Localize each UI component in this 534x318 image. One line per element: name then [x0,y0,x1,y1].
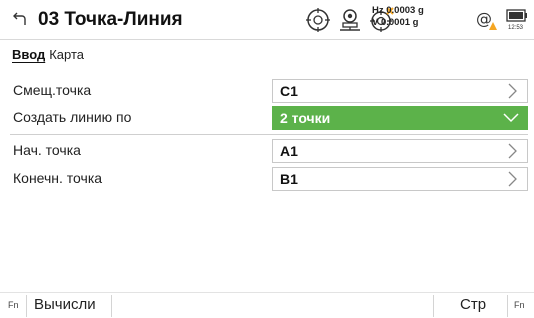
row-end-point: Конечн. точка B1 [0,166,534,192]
row-create-line: Создать линию по 2 точки [0,105,534,131]
softkey-bar: Fn Вычисли Стр Fn [0,292,534,318]
tab-bar: Ввод Карта [12,47,84,62]
start-point-label: Нач. точка [13,142,81,158]
hz-readout: Hz 0.0003 g [372,5,424,16]
tab-map[interactable]: Карта [49,47,84,62]
end-point-value: B1 [280,171,298,187]
target-prism-icon[interactable] [305,7,331,33]
create-line-label: Создать линию по [13,109,132,125]
offset-point-value: C1 [280,83,298,99]
divider [10,134,528,135]
total-station-icon[interactable] [337,7,363,33]
chevron-right-icon [508,171,517,187]
divider [433,295,434,317]
back-arrow-icon[interactable] [12,11,28,27]
page-button[interactable]: Стр [460,296,486,313]
divider [26,295,27,317]
angle-readout: Hz 0.0003 g V 0.0001 g [372,5,424,29]
row-offset-point: Смещ.точка C1 [0,78,534,104]
create-line-select[interactable]: 2 точки [272,106,528,130]
svg-text:@: @ [476,9,492,28]
end-point-label: Конечн. точка [13,170,103,186]
offset-point-field[interactable]: C1 [272,79,528,103]
title-bar: 03 Точка-Линия Hz 0.0003 g V 0.0001 g @ … [0,0,534,40]
fn-key-right[interactable]: Fn [514,300,525,310]
start-point-field[interactable]: A1 [272,139,528,163]
offset-point-label: Смещ.точка [13,82,92,98]
chevron-down-icon [503,113,519,123]
chevron-right-icon [508,83,517,99]
create-line-value: 2 точки [280,110,331,126]
start-point-value: A1 [280,143,298,159]
divider [111,295,112,317]
at-warning-icon[interactable]: @ [475,8,499,32]
fn-key-left[interactable]: Fn [8,300,19,310]
compute-button[interactable]: Вычисли [34,296,96,313]
divider [507,295,508,317]
clock: 12:53 [508,25,524,31]
row-start-point: Нач. точка A1 [0,138,534,164]
tab-input[interactable]: Ввод [12,47,45,62]
end-point-field[interactable]: B1 [272,167,528,191]
page-title: 03 Точка-Линия [38,9,183,30]
chevron-right-icon [508,143,517,159]
v-readout: V 0.0001 g [372,17,419,28]
